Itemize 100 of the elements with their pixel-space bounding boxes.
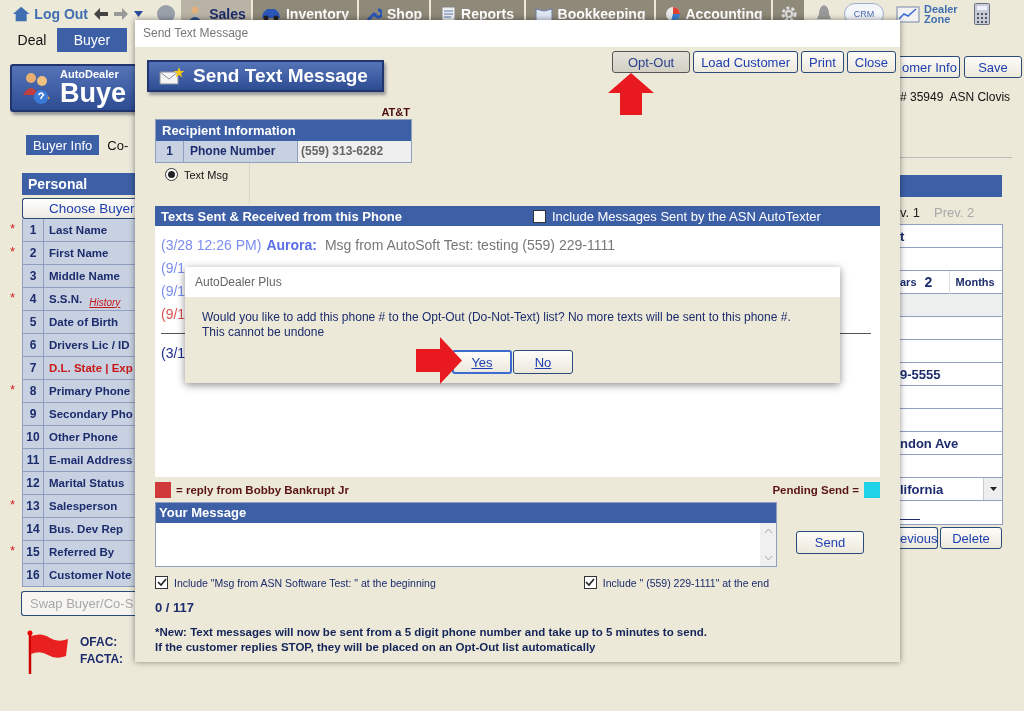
message-time: (3/1: [161, 344, 186, 363]
section-header: Your Message: [156, 503, 776, 523]
row-number: 3: [22, 265, 44, 288]
dialog-button[interactable]: Opt-Out: [612, 51, 691, 73]
toolbar-button[interactable]: Save: [964, 56, 1022, 78]
checkbox-label: Include " (559) 229-1111" at the end: [602, 576, 769, 589]
row-number: 12: [22, 472, 44, 495]
alert-button[interactable]: No: [513, 350, 573, 374]
row-number: 2: [22, 242, 44, 265]
field-value: t: [900, 228, 906, 244]
checkbox-label: Include Messages Sent by the ASN AutoTexter: [552, 208, 821, 224]
carrier-name: AT&T: [380, 106, 410, 119]
radio-button[interactable]: [165, 168, 178, 181]
character-counter: 0 / 117: [155, 600, 196, 616]
row-number: 16: [22, 564, 44, 587]
row-number: 9: [22, 403, 44, 426]
row-number: 8: [22, 380, 44, 403]
flag-label: FACTA:: [80, 651, 124, 668]
alert-message: This cannot be undone: [202, 325, 326, 340]
people-icon: [22, 71, 52, 105]
heading-text: Send Text Message: [193, 65, 368, 87]
required-mark: *: [10, 497, 16, 512]
alert-message: Would you like to add this phone # to the Opt-Out (Do-Not-Text) list? No more texts will be sent to this phone #.: [202, 310, 792, 325]
row-number: 1: [156, 141, 184, 162]
chart-icon: [896, 4, 920, 24]
message-sender: Aurora:: [266, 236, 317, 255]
logout-button[interactable]: Log Out: [12, 2, 88, 26]
phone-field[interactable]: (559) 313-6282: [298, 141, 411, 162]
notice-text: *New: Text messages will now be sent from a 5 digit phone number and take up to 5 minutes to send.: [155, 625, 708, 640]
row-number: 15: [22, 541, 44, 564]
page-tab[interactable]: Buyer: [57, 28, 127, 52]
wrench-icon: [366, 6, 382, 22]
label-text: Salesperson: [49, 500, 118, 512]
label-text: Middle Name: [49, 270, 120, 282]
label-text: D.L. State | Exp: [49, 362, 133, 374]
history-link[interactable]: History: [89, 296, 121, 308]
caret-icon: [989, 487, 997, 491]
field-label: Phone Number: [184, 141, 298, 162]
calculator-icon[interactable]: [973, 3, 990, 25]
house-icon: [12, 5, 31, 23]
dialog-button[interactable]: Load Customer: [693, 51, 798, 73]
label-text: Marital Status: [49, 477, 125, 489]
label-text: First Name: [49, 247, 109, 259]
label-text: Primary Phone: [49, 385, 131, 397]
required-mark: *: [10, 382, 16, 397]
alert-button[interactable]: Yes: [452, 350, 512, 374]
message-time: (9/1: [161, 259, 186, 278]
section-header: Personal: [22, 173, 135, 195]
product-name: AutoDealer: [60, 69, 120, 80]
notice-text: If the customer replies STOP, they will be placed on an Opt-Out list automatically: [155, 640, 597, 655]
send-button[interactable]: Send: [796, 531, 864, 554]
dialog-button[interactable]: Close: [846, 51, 896, 73]
dialog-button[interactable]: Print: [801, 51, 844, 73]
checkbox[interactable]: [533, 209, 546, 223]
label-text: S.S.N.: [49, 293, 83, 305]
row-number: 7: [22, 357, 44, 380]
record-button[interactable]: evious: [900, 527, 938, 549]
back-arrow-icon[interactable]: [94, 8, 108, 20]
checkbox[interactable]: [583, 576, 597, 589]
label-text: Last Name: [49, 224, 108, 236]
dealer-number: # 35949 ASN Clovis: [900, 90, 1012, 104]
page-tab[interactable]: Deal: [13, 28, 51, 52]
window-title: Send Text Message: [135, 20, 900, 47]
field-value: 9-5555: [900, 366, 942, 382]
page-title: Buye: [60, 80, 127, 107]
car-icon: [261, 7, 281, 21]
label-text: Referred By: [49, 546, 115, 558]
toolbar-button[interactable]: omer Info: [900, 56, 960, 78]
window-title: AutoDealer Plus: [185, 267, 840, 297]
section-tab[interactable]: Co-: [99, 135, 132, 155]
caret-icon[interactable]: [134, 11, 143, 17]
label-text: Customer Note: [49, 569, 132, 581]
history-tab[interactable]: v. 1: [900, 205, 920, 222]
label-text: Drivers Lic / ID: [49, 339, 130, 351]
section-tab[interactable]: Buyer Info: [26, 135, 100, 155]
row-number: 1: [22, 219, 44, 242]
label-text: Other Phone: [49, 431, 118, 443]
required-mark: *: [10, 290, 16, 305]
row-number: 10: [22, 426, 44, 449]
row-number: 14: [22, 518, 44, 541]
flag-label: OFAC:: [80, 634, 119, 651]
label-text: Secondary Pho: [49, 408, 133, 420]
field-value: 2: [924, 274, 934, 290]
choose-buyer-button[interactable]: Choose Buyer: [22, 198, 135, 219]
checkbox[interactable]: [155, 576, 168, 589]
checkbox-label: Include "Msg from ASN Software Test: " at the beginning: [174, 576, 436, 589]
section-title: Texts Sent & Received from this Phone: [161, 208, 404, 224]
row-number: 6: [22, 334, 44, 357]
document-icon: [441, 6, 457, 22]
required-mark: *: [10, 221, 16, 236]
dropdown-button[interactable]: [983, 478, 1002, 500]
message-time: (3/28 12:26 PM): [161, 236, 262, 255]
field-label: ars: [900, 276, 917, 288]
message-time: (9/1: [161, 282, 186, 301]
flag-icon: [26, 630, 70, 676]
envelope-icon: [159, 66, 185, 86]
record-button[interactable]: Delete: [940, 527, 1002, 549]
required-mark: *: [10, 543, 16, 558]
section-header: Recipient Information: [156, 120, 411, 141]
field-value: ndon Ave: [900, 435, 960, 451]
